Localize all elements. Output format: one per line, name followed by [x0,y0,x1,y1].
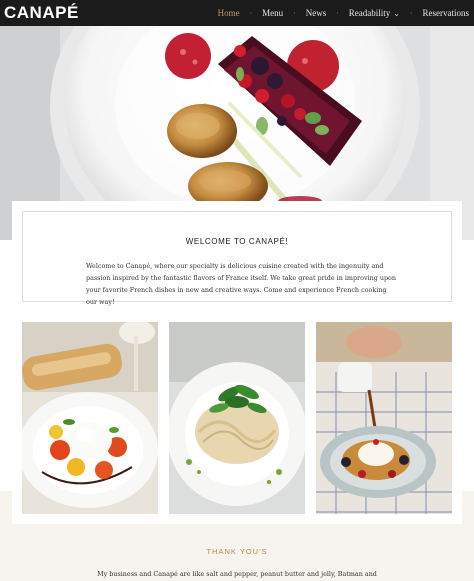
main-menu: Home · Menu · News · Readability ⌄ · Res… [213,0,474,26]
salad-illustration [22,322,158,514]
welcome-card: WELCOME TO CANAPÉ! Welcome to Canapé, wh… [12,201,462,524]
thanks-text: My business and Canapé are like salt and… [97,570,377,578]
thanks-title: THANK YOU'S [206,547,268,556]
menu-separator: · [336,8,339,18]
waffles-illustration [316,322,452,514]
menu-separator: · [409,8,413,18]
photo-waffles-syrup[interactable] [316,322,452,514]
nav-item-readability-label: Readability [348,8,391,18]
photo-mozzarella-salad[interactable] [22,322,158,514]
photo-gallery [22,322,452,514]
welcome-text: Welcome to Canapé, where our specialty i… [86,262,397,306]
pasta-illustration [169,322,305,514]
menu-separator: · [293,8,296,18]
nav-item-reservations[interactable]: Reservations [418,8,474,18]
nav-item-readability[interactable]: Readability ⌄ [344,8,405,18]
photo-pasta-greens[interactable] [169,322,305,514]
chevron-down-icon: ⌄ [393,8,400,18]
top-nav: CANAPÉ Home · Menu · News · Readability … [0,0,474,26]
site-logo[interactable]: CANAPÉ [4,3,79,23]
welcome-title: WELCOME TO CANAPÉ! [185,237,289,246]
welcome-box: WELCOME TO CANAPÉ! Welcome to Canapé, wh… [22,211,452,306]
nav-item-menu[interactable]: Menu [257,8,288,18]
nav-item-home[interactable]: Home [213,8,245,18]
nav-item-news[interactable]: News [301,8,332,18]
menu-separator: · [249,8,253,18]
